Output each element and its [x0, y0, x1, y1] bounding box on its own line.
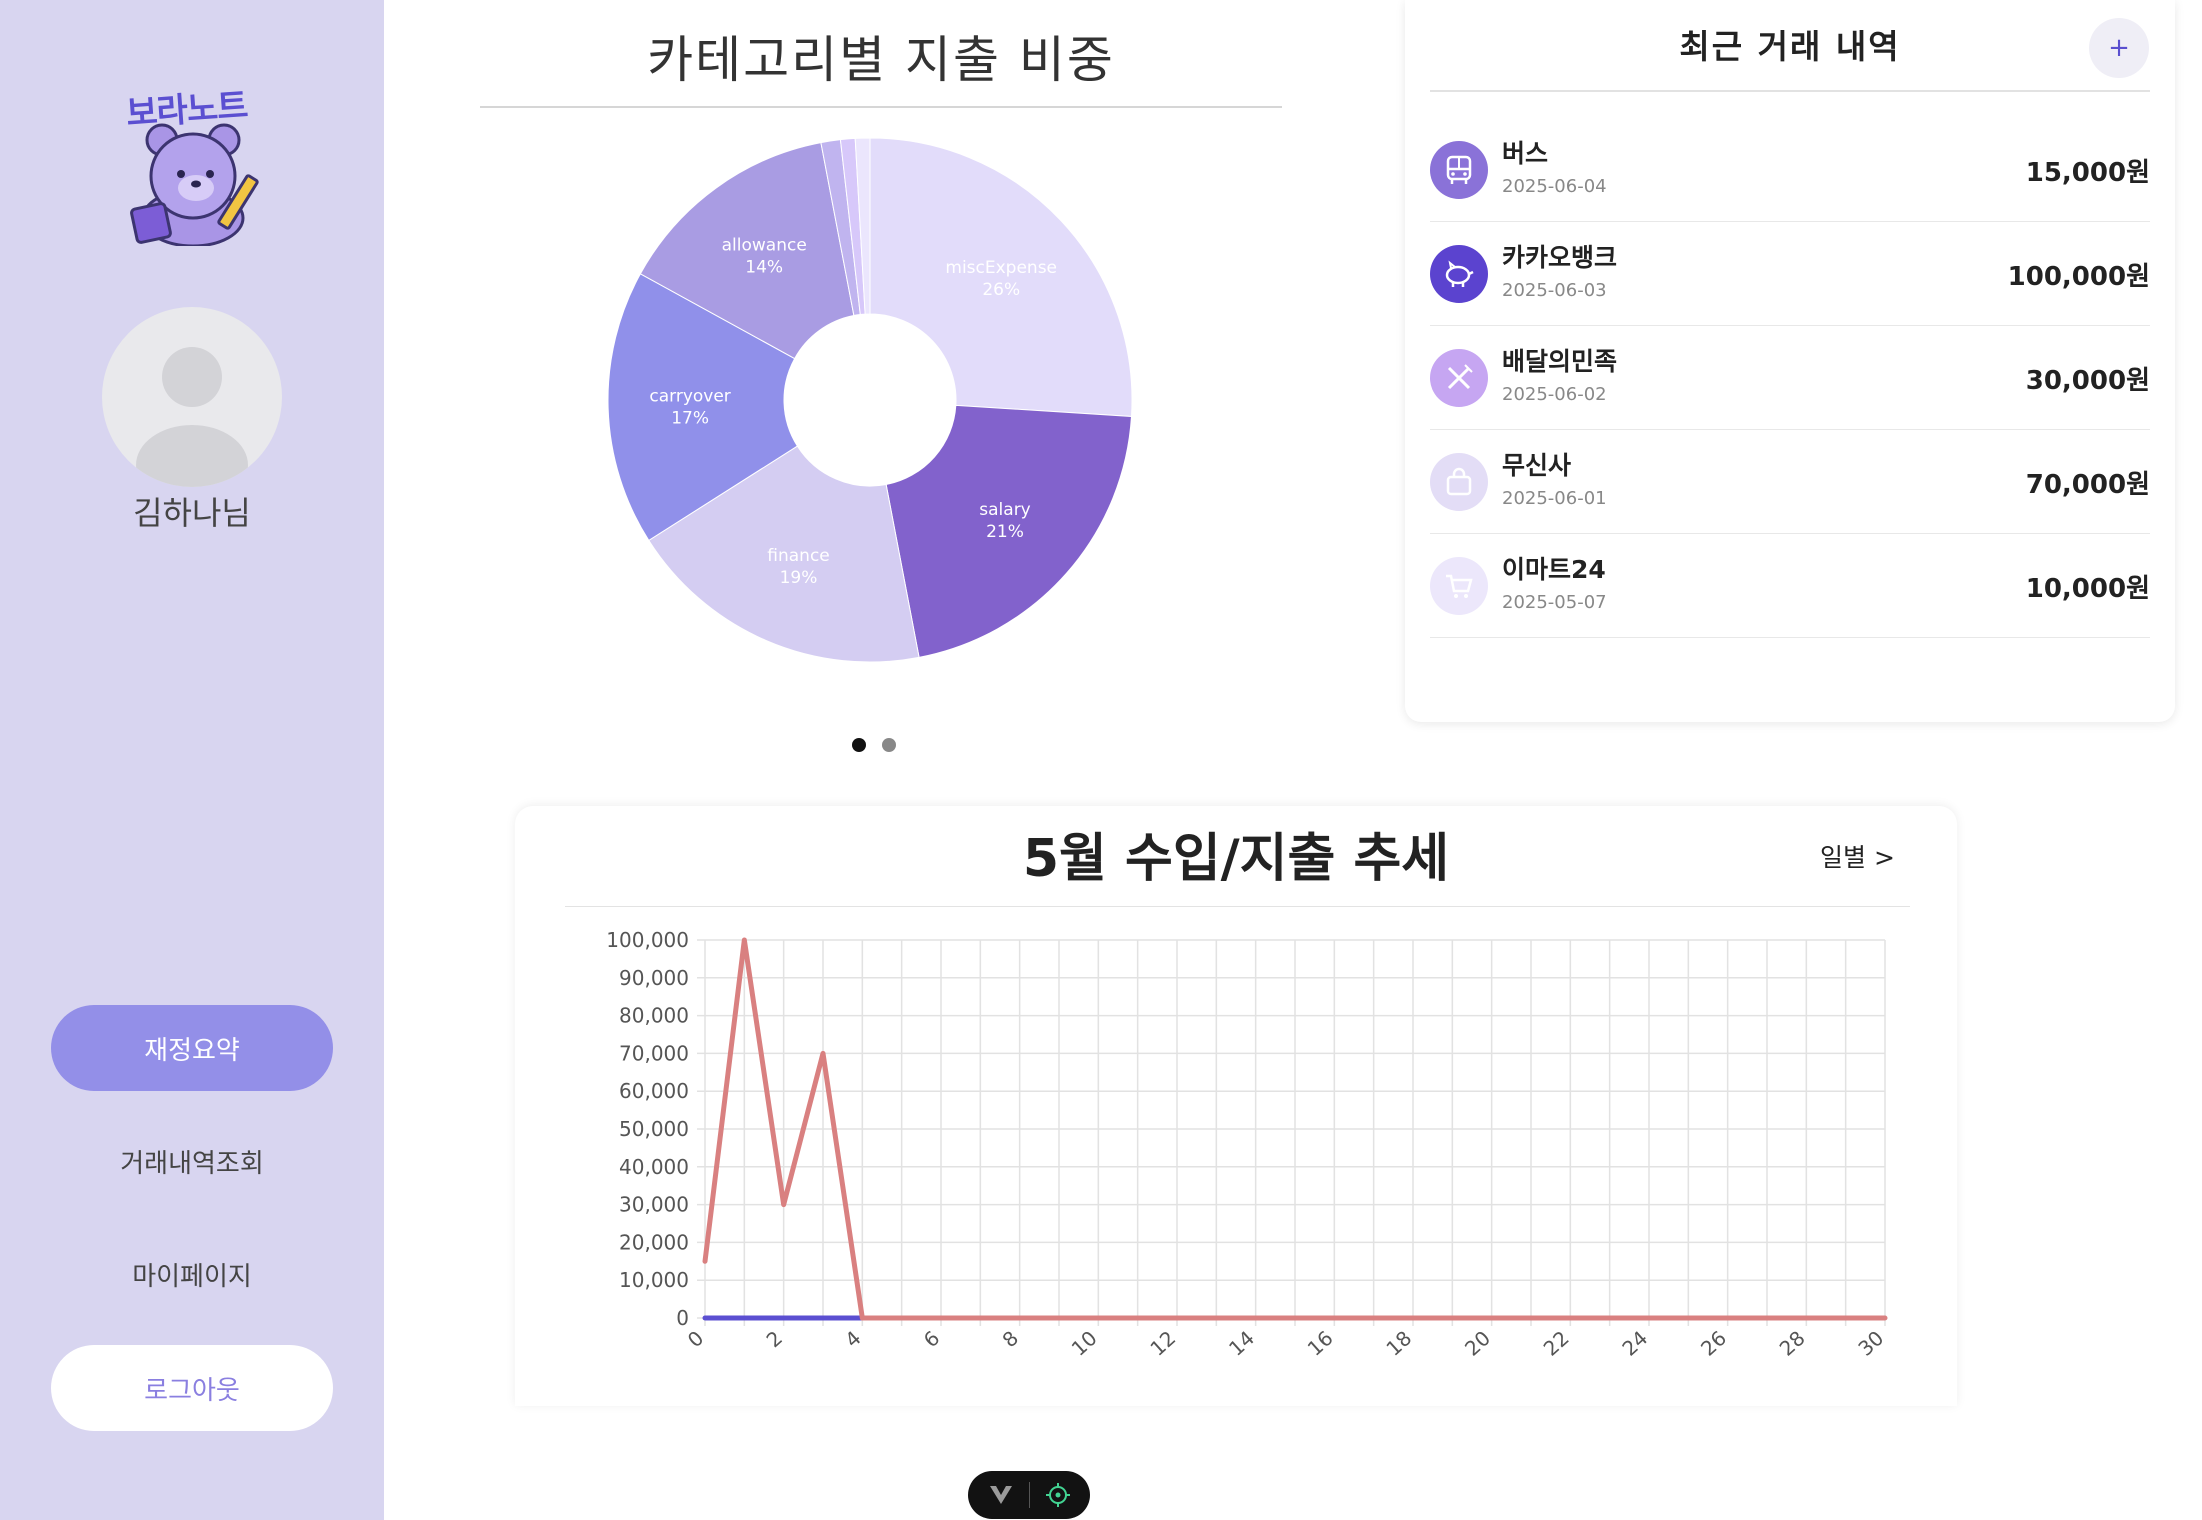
transaction-name: 배달의민족: [1502, 347, 1618, 376]
x-tick-label: 20: [1460, 1326, 1495, 1361]
carousel-dots: [852, 738, 896, 752]
transaction-name: 버스: [1502, 139, 1549, 168]
pie-chart-title: 카테고리별 지출 비중: [647, 31, 1115, 89]
user-silhouette-icon: [136, 347, 248, 487]
shopping-bag-icon: [1430, 453, 1488, 511]
x-tick-label: 30: [1853, 1326, 1888, 1361]
transaction-row[interactable]: 버스 2025-06-04 15,000원: [1430, 118, 2150, 222]
x-tick-label: 6: [919, 1326, 945, 1352]
carousel-dot-2[interactable]: [882, 738, 896, 752]
x-tick-label: 14: [1224, 1326, 1259, 1361]
transaction-name: 카카오뱅크: [1502, 243, 1618, 272]
add-transaction-button[interactable]: +: [2089, 18, 2149, 78]
x-tick-label: 22: [1539, 1326, 1574, 1361]
transaction-amount: 30,000원: [2025, 366, 2150, 396]
nav-item-mypage[interactable]: 마이페이지: [51, 1231, 333, 1317]
pie-slice-label: allowance: [722, 235, 807, 255]
pie-slice-percent: 19%: [780, 568, 818, 588]
recent-transactions-card: 최근 거래 내역 + 버스 2025-06-04 15,000원 카카오뱅크 2…: [1405, 0, 2175, 722]
transaction-amount: 10,000원: [2025, 574, 2150, 604]
x-tick-label: 16: [1303, 1326, 1338, 1361]
pie-slice-label: finance: [767, 546, 829, 566]
x-tick-label: 28: [1775, 1326, 1810, 1361]
floating-devtools-toolbar[interactable]: [968, 1471, 1090, 1519]
category-pie-chart[interactable]: miscExpense26% salary21% finance19% carryov…: [600, 130, 1140, 670]
recent-transactions-title: 최근 거래 내역: [1679, 27, 1901, 66]
nav-item-finance-summary[interactable]: 재정요약: [51, 1005, 333, 1091]
cart-icon: [1430, 557, 1488, 615]
logout-button[interactable]: 로그아웃: [51, 1345, 333, 1431]
divider: [1430, 90, 2150, 92]
transaction-date: 2025-06-02: [1502, 384, 1607, 405]
x-tick-label: 10: [1067, 1326, 1102, 1361]
transaction-amount: 15,000원: [2025, 158, 2150, 188]
transaction-row[interactable]: 이마트24 2025-05-07 10,000원: [1430, 534, 2150, 638]
x-tick-label: 12: [1145, 1326, 1180, 1361]
x-tick-label: 4: [840, 1326, 866, 1352]
x-tick-label: 24: [1617, 1326, 1652, 1361]
x-tick-label: 0: [683, 1326, 709, 1352]
transaction-row[interactable]: 배달의민족 2025-06-02 30,000원: [1430, 326, 2150, 430]
sidebar: 보라노트 김하나님 재정요약 거래내역조회 마이페이지 로그아웃: [0, 0, 384, 1520]
y-tick-label: 10,000: [619, 1268, 689, 1292]
pie-slice-label: carryover: [649, 387, 730, 407]
y-tick-label: 80,000: [619, 1004, 689, 1028]
transaction-date: 2025-06-01: [1502, 488, 1607, 509]
utensils-icon: [1430, 349, 1488, 407]
avatar[interactable]: [102, 307, 282, 487]
y-tick-label: 50,000: [619, 1117, 689, 1141]
daily-view-link[interactable]: 일별 >: [1820, 838, 1895, 874]
x-tick-label: 2: [761, 1326, 787, 1352]
crosshair-icon[interactable]: [1045, 1482, 1071, 1508]
transaction-amount: 100,000원: [2007, 262, 2150, 292]
divider: [565, 906, 1910, 907]
transaction-date: 2025-06-04: [1502, 176, 1607, 197]
pie-slice-percent: 26%: [982, 280, 1020, 300]
y-tick-label: 70,000: [619, 1041, 689, 1065]
x-tick-label: 18: [1381, 1326, 1416, 1361]
transaction-date: 2025-06-03: [1502, 280, 1607, 301]
y-tick-label: 30,000: [619, 1193, 689, 1217]
user-name: 김하나님: [133, 494, 251, 532]
x-tick-label: 8: [997, 1326, 1023, 1352]
y-tick-label: 60,000: [619, 1079, 689, 1103]
pie-slice-label: miscExpense: [945, 258, 1057, 278]
trend-card: 0 10,000 20,000 30,000 40,000 50,000 60,000 70,…: [515, 806, 1957, 1406]
transaction-amount: 70,000원: [2025, 470, 2150, 500]
brand-logo-text: 보라노트: [124, 85, 249, 135]
piggy-bank-icon: [1430, 245, 1488, 303]
pie-slice-percent: 14%: [745, 257, 783, 277]
transaction-name: 무신사: [1502, 451, 1572, 480]
income-expense-line-chart[interactable]: 0 10,000 20,000 30,000 40,000 50,000 60,000 70,…: [515, 806, 1957, 1406]
bus-icon: [1430, 141, 1488, 199]
trend-chart-title: 5월 수입/지출 추세: [1022, 829, 1450, 889]
pie-slice-label: salary: [979, 500, 1030, 520]
brand-logo[interactable]: 보라노트: [120, 78, 268, 248]
y-tick-label: 20,000: [619, 1230, 689, 1254]
transaction-name: 이마트24: [1502, 555, 1606, 584]
y-tick-label: 90,000: [619, 966, 689, 990]
nav-item-transactions[interactable]: 거래내역조회: [51, 1118, 333, 1204]
y-tick-label: 100,000: [606, 928, 689, 952]
divider: [480, 106, 1282, 108]
divider: [1028, 1482, 1030, 1508]
y-tick-label: 40,000: [619, 1155, 689, 1179]
carousel-dot-1[interactable]: [852, 738, 866, 752]
pie-slice-percent: 17%: [671, 409, 709, 429]
vue-logo-icon[interactable]: [988, 1484, 1014, 1506]
transaction-date: 2025-05-07: [1502, 592, 1607, 613]
x-tick-label: 26: [1696, 1326, 1731, 1361]
transaction-row[interactable]: 카카오뱅크 2025-06-03 100,000원: [1430, 222, 2150, 326]
transaction-row[interactable]: 무신사 2025-06-01 70,000원: [1430, 430, 2150, 534]
y-tick-label: 0: [676, 1306, 689, 1330]
pie-slice-percent: 21%: [986, 522, 1024, 542]
